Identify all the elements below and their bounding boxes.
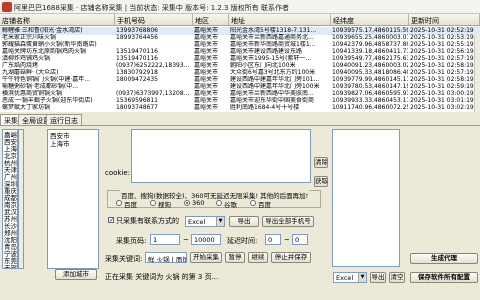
engine-label-360: 360 bbox=[192, 199, 205, 207]
pause-button[interactable]: 暂停 bbox=[225, 252, 245, 263]
format-dropdown-value: Excel bbox=[188, 218, 206, 226]
status-text: 正在采集 关键词为 火锅 的第 3 页... bbox=[105, 273, 219, 281]
selected-city-item[interactable]: 上海市 bbox=[50, 140, 70, 148]
table-row[interactable]: 螺梦赋大丁家坊锅 18093748677 嘉峪关市 胜利南路1684-4号十号楼 109… bbox=[0, 104, 480, 112]
page-to-field[interactable]: 10000 bbox=[191, 234, 221, 245]
clear-log-button[interactable]: 清空 bbox=[389, 272, 405, 283]
column-header-region[interactable]: 地区 bbox=[193, 14, 229, 26]
save-all-settings-button[interactable]: 保存软件所有配置 bbox=[410, 272, 478, 283]
title-bar: 阿里巴巴1688采集 · 店铺名称采集 | 当前状态: 采集中 版本号: 1.2… bbox=[0, 0, 480, 14]
start-button[interactable]: 开始采集 bbox=[190, 252, 222, 263]
engine-label-google: 谷歌 bbox=[224, 201, 237, 209]
engine-label-baidu: 百度 bbox=[124, 201, 137, 209]
app-icon bbox=[2, 2, 12, 12]
collect-panel: 嘉峪关市西安市上海市北京市杭州市天津市广州市深圳市重庆市成都市南京市武汉市苏州市… bbox=[0, 125, 480, 300]
selected-city-item[interactable]: 西安市 bbox=[50, 132, 70, 140]
chevron-down-icon: ▼ bbox=[216, 217, 224, 226]
generate-proxy-button[interactable]: 生成代理 bbox=[410, 253, 478, 264]
city-list[interactable]: 嘉峪关市西安市上海市北京市杭州市天津市广州市深圳市重庆市成都市南京市武汉市苏州市… bbox=[2, 129, 18, 269]
delay-range-separator: ~ bbox=[284, 236, 290, 244]
get-cookie-button[interactable]: 获取CK bbox=[314, 176, 328, 187]
results-table[interactable]: 鲸鲤雅·三和鲁(阳光·金水湾店) 13993768806 嘉峪关市 阳光金水湾5号楼1… bbox=[0, 26, 480, 112]
table-cell: 嘉峪关市 bbox=[194, 104, 219, 111]
keyword-field[interactable]: 鲜 火锅 | 面馆 bbox=[145, 252, 187, 263]
engine-radio-360[interactable] bbox=[184, 200, 190, 206]
engine-notice: 百度、搜狗(数据较全)、360可无延迟无限采集! 其他的后面再加! bbox=[120, 190, 310, 200]
engine-radio-baidu-2[interactable] bbox=[250, 200, 256, 206]
column-header-phone[interactable]: 手机号码 bbox=[115, 14, 193, 26]
column-header-coords[interactable]: 经纬度 bbox=[331, 14, 409, 26]
table-cell: 18093748677 bbox=[116, 104, 158, 111]
delay-label: 延迟时间: bbox=[227, 237, 258, 245]
engine-group: 百度、搜狗(数据较全)、360可无延迟无限采集! 其他的后面再加! 百度 搜狗 … bbox=[107, 190, 321, 209]
export2-button[interactable]: 导出 bbox=[370, 272, 386, 283]
delay-to-field[interactable]: 0 bbox=[292, 234, 308, 245]
engine-radio-sogou[interactable] bbox=[150, 200, 156, 206]
engine-label-sogou: 搜狗 bbox=[158, 201, 171, 209]
export-format-value: Excel bbox=[336, 274, 354, 282]
engine-radio-baidu[interactable] bbox=[116, 200, 122, 206]
clear-cookie-button[interactable]: 清除 bbox=[314, 157, 328, 168]
tab-run-log[interactable]: 运行日志 bbox=[46, 114, 82, 125]
window-title: 阿里巴巴1688采集 · 店铺名称采集 | 当前状态: 采集中 版本号: 1.2… bbox=[14, 4, 289, 12]
export-all-phone-button[interactable]: 导出全部手机号 bbox=[262, 216, 314, 227]
engine-radio-google[interactable] bbox=[216, 200, 222, 206]
cookie-label: cookie: bbox=[105, 169, 131, 177]
city-list-scrollbar[interactable] bbox=[18, 129, 24, 269]
chevron-down-icon: ▼ bbox=[358, 273, 366, 282]
tab-bar: 采集 全局设置 运行日志 bbox=[0, 114, 480, 126]
export-format-dropdown[interactable]: Excel ▼ bbox=[333, 272, 367, 283]
table-cell: 10911740.96,4860072.25 bbox=[332, 104, 408, 111]
log-textarea[interactable] bbox=[332, 129, 400, 267]
column-header-name[interactable]: 店铺名称 bbox=[0, 14, 115, 26]
add-city-button[interactable]: 添加城市 bbox=[55, 269, 97, 280]
column-header-address[interactable]: 地址 bbox=[229, 14, 331, 26]
selected-city-list[interactable]: 西安市 上海市 bbox=[47, 129, 99, 269]
table-cell: 螺梦赋大丁家坊锅 bbox=[2, 104, 51, 111]
table-cell: 2025-10-31 03:02:19 bbox=[410, 104, 474, 111]
continue-button[interactable]: 继续 bbox=[248, 252, 268, 263]
column-header-updated[interactable]: 更新时间 bbox=[409, 14, 480, 26]
keyword-label: 采集关键词: bbox=[105, 255, 143, 263]
format-dropdown[interactable]: Excel ▼ bbox=[185, 216, 225, 227]
delay-from-field[interactable]: 0 bbox=[265, 234, 281, 245]
export-button[interactable]: 导出 bbox=[229, 216, 259, 227]
page-range-separator: ~ bbox=[183, 236, 189, 244]
stop-save-button[interactable]: 停止并保存 bbox=[271, 252, 311, 263]
page-from-field[interactable]: 1 bbox=[150, 234, 180, 245]
only-phone-label: 只采集有联系方式的 bbox=[116, 217, 179, 225]
page-label: 采集页码: bbox=[116, 237, 147, 245]
table-cell: 胜利南路1684-4号十号楼 bbox=[230, 104, 300, 111]
only-phone-checkbox[interactable]: ✓ bbox=[108, 217, 114, 224]
engine-label-baidu-2: 百度 bbox=[258, 201, 271, 209]
cookie-textarea[interactable] bbox=[131, 129, 311, 183]
city-list-item[interactable]: 无锡市 bbox=[4, 264, 17, 268]
